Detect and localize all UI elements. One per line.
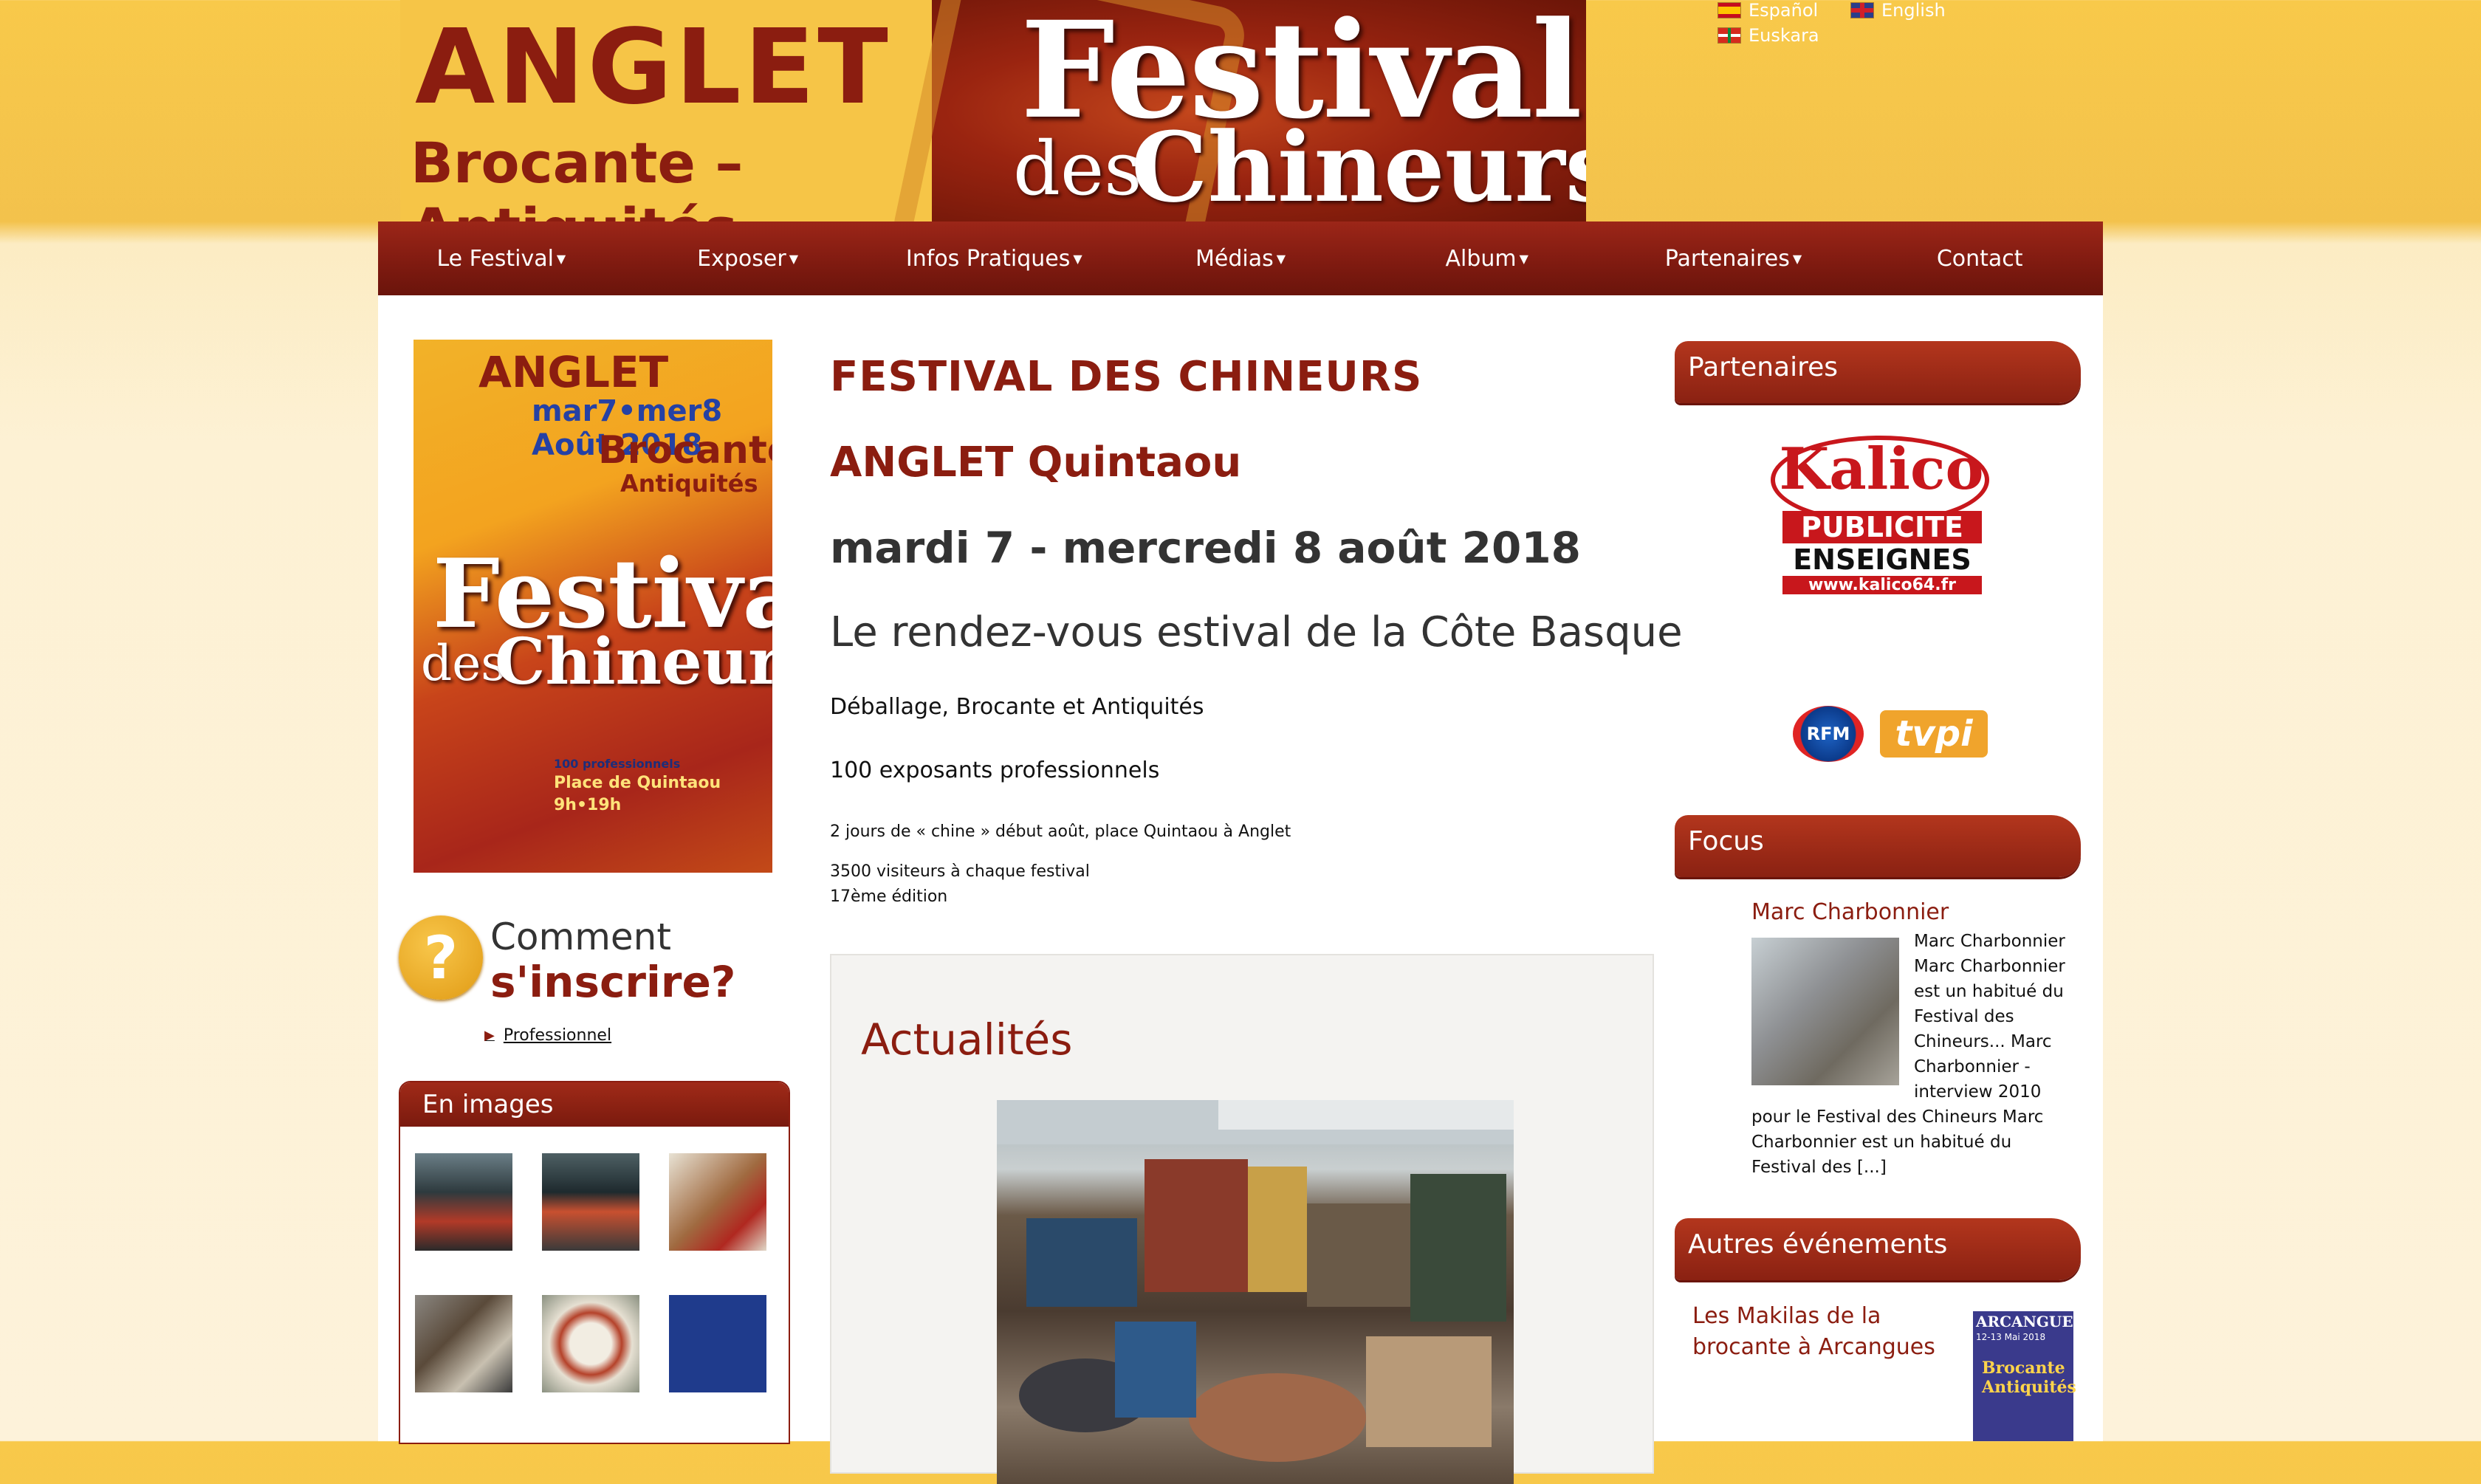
actualites-title: Actualités: [861, 1014, 1073, 1065]
arcangues-title: ARCANGUES: [1976, 1313, 2084, 1330]
banner-des-word: des: [1013, 126, 1142, 212]
nav-label: Partenaires: [1664, 245, 1790, 272]
actualites-photo[interactable]: [997, 1100, 1514, 1484]
banner-chineurs-word: Chineurs: [1131, 111, 1586, 221]
gallery-thumb[interactable]: [415, 1295, 512, 1392]
poster-brocante: Brocante: [598, 428, 772, 473]
gallery-thumb[interactable]: [669, 1153, 766, 1251]
tagline: Le rendez-vous estival de la Côte Basque: [830, 608, 1683, 656]
caret-down-icon: ▼: [1073, 251, 1082, 266]
lang-label: Español: [1749, 0, 1819, 21]
intro-line-5: 17ème édition: [830, 887, 948, 906]
rfm-logo[interactable]: RFM: [1793, 706, 1864, 762]
content-panel: ANGLET mar7•mer8 Août 2018 Brocante Anti…: [378, 295, 2103, 1484]
festival-poster[interactable]: ANGLET mar7•mer8 Août 2018 Brocante Anti…: [414, 340, 772, 873]
nav-medias[interactable]: Médias ▼: [1117, 221, 1364, 295]
poster-place: Place de Quintaou: [554, 774, 721, 792]
lang-english[interactable]: English: [1850, 0, 1946, 21]
kalico-logo[interactable]: Kalico PUBLICITE ENSEIGNES www.kalico64.…: [1771, 436, 1992, 594]
caret-down-icon: ▼: [1792, 251, 1802, 266]
poster-antiquites: Antiquités: [620, 470, 758, 498]
excerpt-spacer: [1751, 929, 1914, 1084]
kalico-name: Kalico: [1779, 436, 1984, 503]
nav-album[interactable]: Album ▼: [1364, 221, 1610, 295]
nav-le-festival[interactable]: Le Festival ▼: [378, 221, 625, 295]
intro-line-4: 3500 visiteurs à chaque festival: [830, 862, 1090, 881]
caret-down-icon: ▼: [1276, 251, 1286, 266]
caret-down-icon: ▼: [1519, 251, 1528, 266]
lang-label: Euskara: [1749, 25, 1819, 46]
nav-label: Exposer: [697, 245, 786, 272]
inscrire-line2: s'inscrire?: [490, 957, 736, 1007]
caret-down-icon: ▼: [556, 251, 566, 266]
intro-line-2: 100 exposants professionnels: [830, 758, 1160, 783]
gallery-thumb[interactable]: [542, 1153, 639, 1251]
nav-infos-pratiques[interactable]: Infos Pratiques ▼: [871, 221, 1117, 295]
flag-eu-icon: [1718, 27, 1741, 44]
gallery-thumb[interactable]: [669, 1295, 766, 1392]
nav-label: Médias: [1195, 245, 1274, 272]
question-icon: ?: [399, 916, 483, 1000]
caret-down-icon: ▼: [789, 251, 798, 266]
poster-city: ANGLET: [478, 347, 669, 397]
poster-des: des: [421, 635, 507, 692]
intro-line-1: Déballage, Brocante et Antiquités: [830, 694, 1204, 720]
gallery-thumb[interactable]: [415, 1153, 512, 1251]
kalico-url: www.kalico64.fr: [1782, 576, 1982, 594]
page-title: FESTIVAL DES CHINEURS: [830, 353, 1423, 401]
focus-header: Focus: [1675, 815, 2081, 877]
professionnel-label: Professionnel: [503, 1026, 612, 1045]
en-images-title: En images: [400, 1082, 789, 1127]
focus-excerpt: Marc Charbonnier Marc Charbonnier est un…: [1751, 929, 2076, 1180]
flag-en-icon: [1850, 2, 1874, 18]
inscrire-line1: Comment: [490, 916, 671, 958]
location-heading: ANGLET Quintaou: [830, 439, 1242, 487]
flag-es-icon: [1718, 2, 1741, 18]
triangle-right-icon: ▶: [484, 1028, 495, 1043]
kalico-ens: ENSEIGNES: [1782, 543, 1982, 576]
actualites-box: Actualités: [830, 954, 1654, 1484]
arcangues-date: 12-13 Mai 2018: [1976, 1332, 2046, 1342]
main-nav: Le Festival ▼ Exposer ▼ Infos Pratiques ▼ M…: [378, 221, 2103, 295]
banner-title: ANGLET: [415, 7, 891, 128]
partenaires-header: Partenaires: [1675, 341, 2081, 403]
dates-heading: mardi 7 - mercredi 8 août 2018: [830, 523, 1582, 573]
poster-chineurs: Chineurs: [495, 625, 772, 699]
lang-espanol[interactable]: Español: [1718, 0, 1818, 21]
kalico-pub: PUBLICITE: [1782, 511, 1982, 543]
autres-evenements-header: Autres événements: [1675, 1218, 2081, 1280]
arcangues-label: Brocante Antiquités: [1982, 1358, 2076, 1397]
nav-label: Album: [1445, 245, 1517, 272]
professionnel-link[interactable]: ▶ Professionnel: [484, 1026, 611, 1045]
nav-contact[interactable]: Contact: [1856, 221, 2103, 295]
header-banner[interactable]: ANGLET Brocante – Antiquités Festival de…: [400, 0, 1586, 221]
banner-festival-logo: Festival des Chineurs: [888, 0, 1586, 221]
nav-label: Infos Pratiques: [905, 245, 1071, 272]
nav-exposer[interactable]: Exposer ▼: [625, 221, 871, 295]
poster-hours: 9h•19h: [554, 796, 622, 814]
poster-pros: 100 professionnels: [554, 757, 681, 771]
comment-sinscrire[interactable]: ? Comment s'inscrire?: [399, 916, 768, 1034]
nav-label: Le Festival: [436, 245, 554, 272]
tvpi-logo[interactable]: tvpi: [1880, 710, 1988, 758]
focus-article-link[interactable]: Marc Charbonnier: [1751, 899, 1949, 925]
intro-line-3: 2 jours de « chine » début août, place Q…: [830, 822, 1291, 841]
nav-label: Contact: [1936, 245, 2023, 272]
lang-euskara[interactable]: Euskara: [1718, 25, 1819, 46]
arcangues-poster[interactable]: ARCANGUES 12-13 Mai 2018 Brocante Antiqu…: [1973, 1311, 2084, 1441]
furniture-photo-art: [997, 1100, 1514, 1462]
en-images-widget: En images: [399, 1081, 790, 1444]
lang-label: English: [1881, 0, 1946, 21]
autres-event-link[interactable]: Les Makilas de la brocante à Arcangues: [1692, 1301, 1966, 1363]
gallery-thumb[interactable]: [542, 1295, 639, 1392]
nav-partenaires[interactable]: Partenaires ▼: [1610, 221, 1857, 295]
page: ANGLET Brocante – Antiquités Festival de…: [378, 0, 2103, 1484]
